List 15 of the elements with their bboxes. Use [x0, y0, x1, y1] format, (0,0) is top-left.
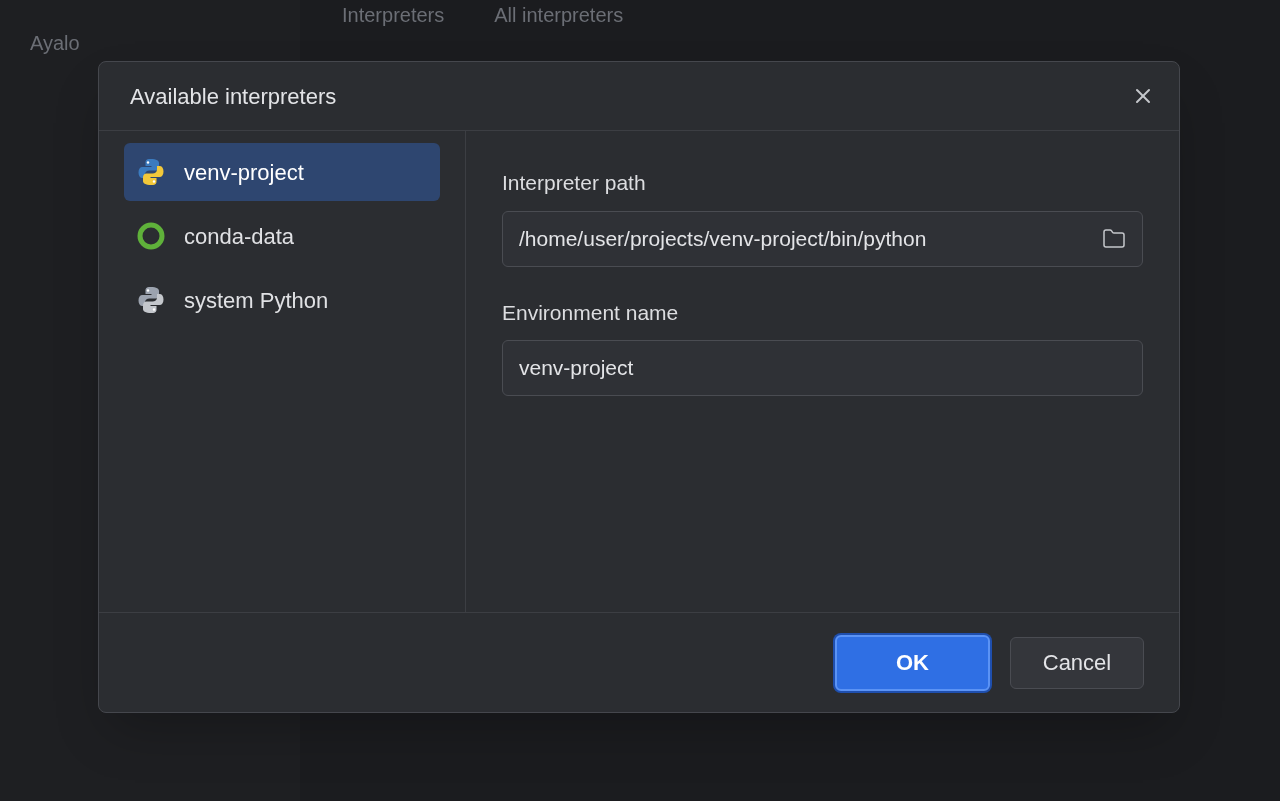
sidebar-title: Ayalo: [30, 31, 80, 56]
interpreter-item[interactable]: system Python: [124, 271, 440, 329]
text-field[interactable]: /home/user/projects/venv-project/bin/python: [502, 210, 1143, 267]
python-icon: [136, 285, 166, 315]
text-field[interactable]: venv-project: [502, 340, 1143, 396]
field-label: Environment name: [502, 299, 679, 326]
folder-icon[interactable]: [1102, 226, 1126, 251]
interpreter-item[interactable]: conda-data: [124, 207, 440, 265]
interpreter-item[interactable]: venv-project: [124, 143, 440, 201]
cancel-button[interactable]: Cancel: [1010, 636, 1144, 689]
dialog-title: Available interpreters: [130, 82, 337, 111]
python-icon: [136, 157, 166, 187]
ok-button[interactable]: OK: [835, 634, 990, 691]
field-label: Interpreter path: [502, 170, 646, 196]
ring-icon: [136, 221, 166, 251]
